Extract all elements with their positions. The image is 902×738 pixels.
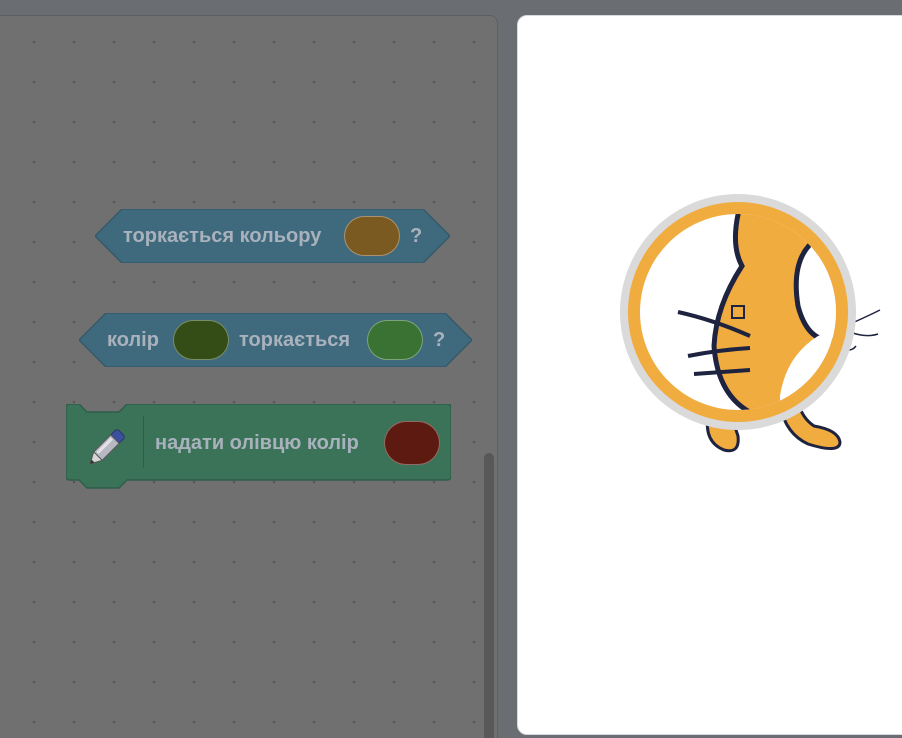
touching-color-block[interactable]: торкається кольору ?	[95, 209, 450, 263]
code-workspace[interactable]: торкається кольору ? колір торкається ?	[0, 15, 498, 738]
scratch-editor: торкається кольору ? колір торкається ?	[0, 0, 902, 738]
first-color-swatch[interactable]	[173, 320, 229, 360]
touching-color-label: торкається кольору	[123, 225, 322, 247]
workspace-scrollbar[interactable]	[484, 453, 494, 738]
pen-block-divider	[143, 416, 144, 468]
pen-color-swatch[interactable]	[384, 421, 440, 465]
question-mark: ?	[433, 329, 446, 351]
set-pen-color-label: надати олівцю колір	[155, 432, 359, 454]
color-touching-color-block[interactable]: колір торкається ?	[79, 313, 472, 367]
stage-canvas[interactable]	[517, 15, 902, 735]
second-color-swatch[interactable]	[367, 320, 423, 360]
set-pen-color-block[interactable]: надати олівцю колір	[66, 404, 451, 494]
cat-sprite[interactable]	[518, 16, 902, 735]
color-label: колір	[107, 329, 159, 351]
touching-color-swatch[interactable]	[344, 216, 400, 256]
question-mark: ?	[410, 225, 423, 247]
touching-label: торкається	[239, 329, 351, 351]
pen-icon	[80, 424, 130, 474]
